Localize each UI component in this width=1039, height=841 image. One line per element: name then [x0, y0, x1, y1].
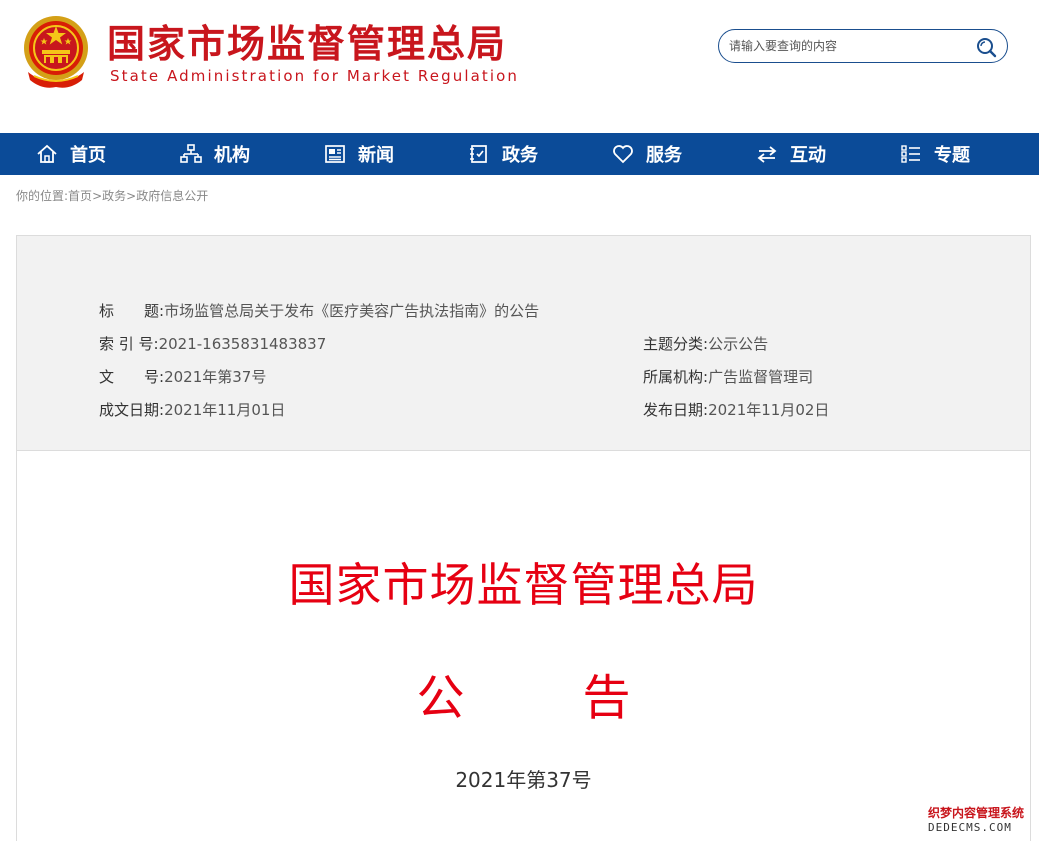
- info-label: 文 号:: [99, 368, 165, 386]
- nav-item-government-affairs[interactable]: 政务: [432, 133, 576, 175]
- info-value-docno: 2021年第37号: [164, 368, 267, 386]
- document-type-char: 告: [582, 670, 631, 726]
- info-row-topic: 主题分类:公示公告: [643, 333, 768, 354]
- info-value-created: 2021年11月01日: [164, 401, 286, 419]
- nav-item-label: 机构: [214, 145, 250, 166]
- info-row-org: 所属机构:广告监督管理司: [643, 366, 813, 387]
- info-label: 成文日期:: [99, 401, 165, 419]
- nav-item-news[interactable]: 新闻: [288, 133, 432, 175]
- info-row-title: 标 题:市场监管总局关于发布《医疗美容广告执法指南》的公告: [99, 300, 539, 321]
- document-icon: [468, 143, 490, 165]
- breadcrumb: 你的位置:首页>政务>政府信息公开: [16, 187, 208, 204]
- info-value-title: 市场监管总局关于发布《医疗美容广告执法指南》的公告: [164, 302, 540, 320]
- info-label: 标 题:: [99, 302, 165, 320]
- info-label: 主题分类:: [643, 335, 709, 353]
- nav-item-topics[interactable]: 专题: [864, 133, 1008, 175]
- info-row-docno: 文 号:2021年第37号: [99, 366, 266, 387]
- watermark-line-en: DEDECMS.COM: [928, 821, 1012, 834]
- info-value-published: 2021年11月02日: [708, 401, 830, 419]
- breadcrumb-separator: >: [92, 189, 103, 203]
- breadcrumb-link-home[interactable]: 首页: [68, 189, 92, 203]
- info-value-index: 2021-1635831483837: [158, 335, 327, 353]
- nav-item-label: 互动: [790, 145, 826, 166]
- breadcrumb-separator: >: [126, 189, 137, 203]
- info-row-published: 发布日期:2021年11月02日: [643, 399, 829, 420]
- document-issuer-heading: 国家市场监督管理总局: [288, 558, 759, 612]
- site-subtitle: State Administration for Market Regulati…: [110, 67, 520, 85]
- newspaper-icon: [324, 143, 346, 165]
- info-value-org: 广告监督管理司: [708, 368, 814, 386]
- document-type-heading: 公告: [17, 658, 1030, 728]
- breadcrumb-link-government-affairs[interactable]: 政务: [102, 189, 126, 203]
- home-icon: [36, 143, 58, 165]
- nav-item-label: 新闻: [358, 145, 394, 166]
- search-input[interactable]: [729, 36, 969, 56]
- document-number: 2021年第37号: [455, 768, 592, 792]
- info-row-created: 成文日期:2021年11月01日: [99, 399, 285, 420]
- breadcrumb-prefix: 你的位置:: [16, 189, 69, 203]
- info-label: 索 引 号:: [99, 335, 159, 353]
- search-icon[interactable]: [975, 36, 997, 58]
- national-emblem-icon[interactable]: [20, 14, 92, 90]
- nav-item-label: 专题: [934, 145, 970, 166]
- info-label: 所属机构:: [643, 368, 709, 386]
- nav-item-home[interactable]: 首页: [0, 133, 144, 175]
- search-box: [718, 29, 1008, 63]
- info-value-topic: 公示公告: [708, 335, 769, 353]
- list-icon: [900, 143, 922, 165]
- watermark: 织梦内容管理系统 DEDECMS.COM: [928, 804, 1033, 834]
- article-container: 标 题:市场监管总局关于发布《医疗美容广告执法指南》的公告 索 引 号:2021…: [16, 235, 1031, 841]
- main-nav: 首页 机构 新闻 政务 服务 互动 专题: [0, 133, 1039, 175]
- nav-item-label: 首页: [70, 145, 106, 166]
- heart-icon: [612, 143, 634, 165]
- document-type-char: 公: [416, 670, 465, 726]
- site-header: 国家市场监督管理总局 State Administration for Mark…: [0, 0, 1039, 133]
- breadcrumb-link-info-disclosure[interactable]: 政府信息公开: [136, 189, 208, 203]
- exchange-icon: [756, 143, 778, 165]
- org-chart-icon: [180, 143, 202, 165]
- info-row-index: 索 引 号:2021-1635831483837: [99, 333, 326, 354]
- nav-item-label: 服务: [646, 145, 682, 166]
- site-title[interactable]: 国家市场监督管理总局: [107, 22, 507, 66]
- nav-item-services[interactable]: 服务: [576, 133, 720, 175]
- document-info-panel: 标 题:市场监管总局关于发布《医疗美容广告执法指南》的公告 索 引 号:2021…: [17, 236, 1030, 451]
- info-label: 发布日期:: [643, 401, 709, 419]
- watermark-line-cn: 织梦内容管理系统: [928, 806, 1025, 820]
- nav-item-label: 政务: [502, 145, 538, 166]
- nav-item-organization[interactable]: 机构: [144, 133, 288, 175]
- nav-item-interaction[interactable]: 互动: [720, 133, 864, 175]
